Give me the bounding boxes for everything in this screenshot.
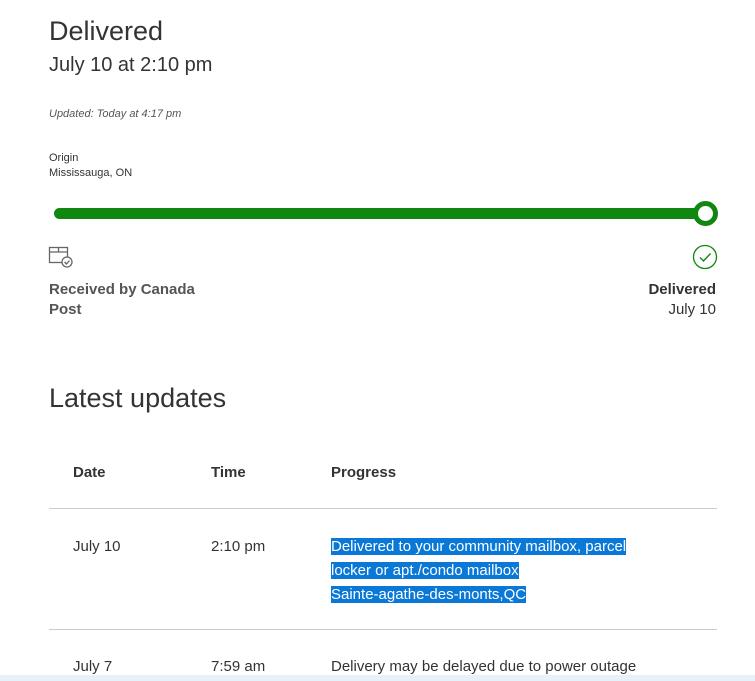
progress-line: Delivered to your community mailbox, par…	[331, 538, 627, 555]
table-row: July 10 2:10 pm Delivered to your commun…	[49, 509, 717, 630]
progress-start-label: Received by Canada Post	[49, 281, 195, 318]
check-circle-icon	[692, 244, 718, 270]
origin-label: Origin	[49, 152, 79, 164]
progress-end-label: Delivered	[648, 281, 716, 298]
table-row: July 7 7:59 am Delivery may be delayed d…	[49, 630, 717, 681]
package-check-icon	[48, 246, 73, 268]
progress-bar	[54, 208, 706, 219]
progress-line: locker or apt./condo mailbox	[331, 562, 519, 579]
status-title: Delivered	[49, 16, 164, 46]
last-updated-text: Updated: Today at 4:17 pm	[49, 108, 182, 120]
progress-location: Sainte-agathe-des-monts,QC	[331, 586, 527, 603]
column-header-date: Date	[73, 464, 106, 481]
latest-updates-title: Latest updates	[49, 383, 227, 413]
progress-bar-fill	[54, 208, 706, 219]
delivery-date-time: July 10 at 2:10 pm	[49, 54, 213, 76]
row-progress: Delivered to your community mailbox, par…	[331, 535, 691, 607]
row-time: 2:10 pm	[211, 538, 266, 555]
origin-value: Mississauga, ON	[49, 167, 133, 179]
column-header-progress: Progress	[331, 464, 397, 481]
table-header: Date Time Progress	[49, 440, 717, 509]
bottom-edge	[0, 675, 755, 681]
tracking-page: Delivered July 10 at 2:10 pm Updated: To…	[0, 0, 755, 681]
progress-end-date: July 10	[668, 301, 716, 318]
column-header-time: Time	[211, 464, 246, 481]
row-date: July 10	[73, 538, 121, 555]
updates-table: Date Time Progress July 10 2:10 pm Deliv…	[49, 440, 717, 681]
progress-end-marker	[693, 201, 718, 226]
